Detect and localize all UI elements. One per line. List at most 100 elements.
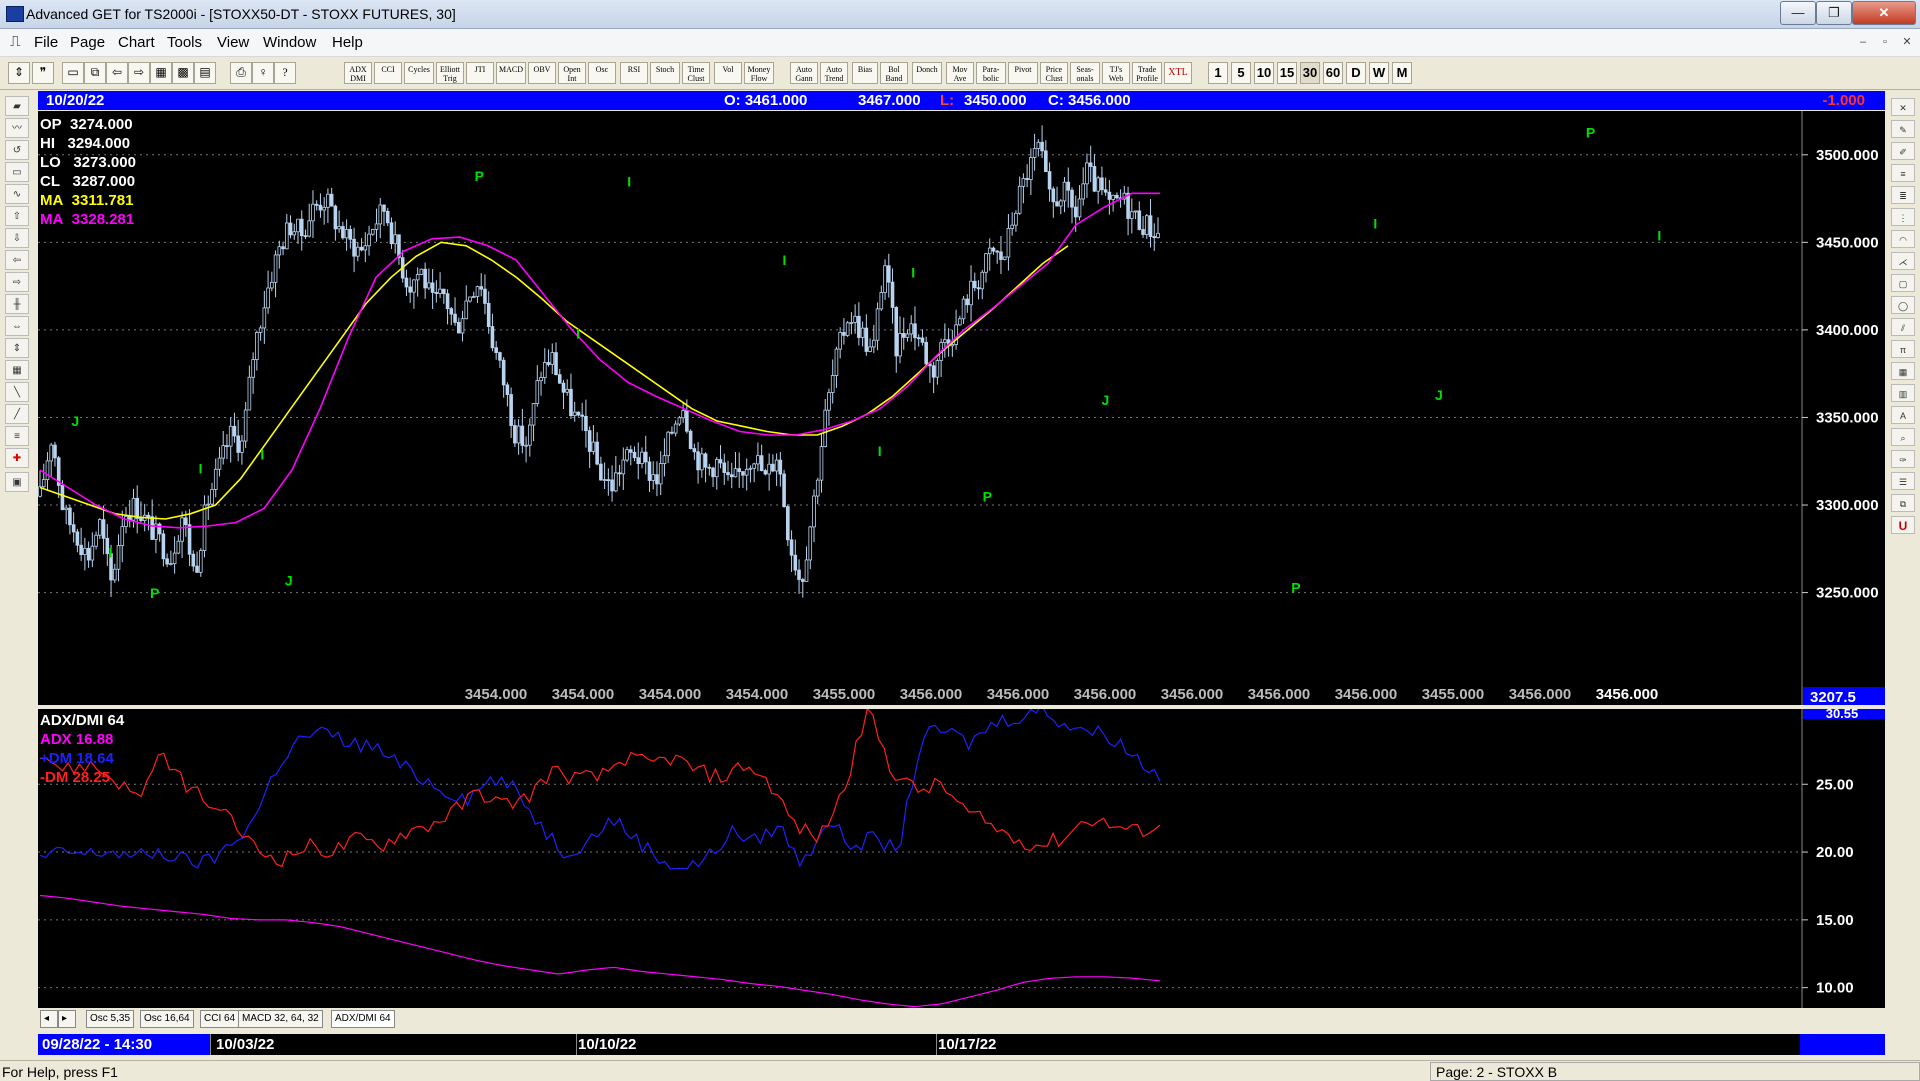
open-int-button[interactable]: Open Int bbox=[558, 62, 586, 84]
obv-button[interactable]: OBV bbox=[528, 62, 556, 84]
print-icon[interactable]: ⎙ bbox=[230, 62, 252, 84]
cross-cursor-icon[interactable]: ✕ bbox=[1891, 98, 1915, 116]
menu-page[interactable]: Page bbox=[70, 34, 105, 51]
pen-icon[interactable]: ✐ bbox=[1891, 142, 1915, 160]
brush-icon[interactable]: ✑ bbox=[1891, 450, 1915, 468]
pti-icon[interactable]: π bbox=[1891, 340, 1915, 358]
pencil-icon[interactable]: ✎ bbox=[1891, 120, 1915, 138]
osc-button[interactable]: Osc bbox=[588, 62, 616, 84]
auto-gann-button[interactable]: Auto Gann bbox=[790, 62, 818, 84]
arrow-up-icon[interactable]: ⇧ bbox=[5, 206, 29, 226]
vol-button[interactable]: Vol bbox=[714, 62, 742, 84]
period-10-button[interactable]: 10 bbox=[1254, 62, 1274, 84]
fan-icon[interactable]: ⋌ bbox=[1891, 252, 1915, 270]
jti-button[interactable]: JTI bbox=[466, 62, 494, 84]
tab-adx-dmi-64[interactable]: ADX/DMI 64 bbox=[331, 1010, 395, 1028]
channel-icon[interactable]: ⫽ bbox=[1891, 318, 1915, 336]
bol-band-button[interactable]: Bol Band bbox=[880, 62, 908, 84]
table-icon[interactable]: ▦ bbox=[1891, 362, 1915, 380]
document-icon[interactable]: ⎍ bbox=[10, 33, 21, 50]
layout-icon[interactable]: ▤ bbox=[194, 62, 216, 84]
text-icon[interactable]: A bbox=[1891, 406, 1915, 424]
ellipse-icon[interactable]: ◯ bbox=[1891, 296, 1915, 314]
trade-profile-button[interactable]: Trade Profile bbox=[1132, 62, 1162, 84]
grid-off-icon[interactable]: ▩ bbox=[172, 62, 194, 84]
back-icon[interactable]: ⇦ bbox=[106, 62, 128, 84]
arrow-right-icon[interactable]: ⇨ bbox=[5, 272, 29, 292]
pivot-button[interactable]: Pivot bbox=[1008, 62, 1038, 84]
xtl-button[interactable]: XTL bbox=[1164, 62, 1192, 84]
period-5-button[interactable]: 5 bbox=[1231, 62, 1251, 84]
tjs-web-button[interactable]: TJ's Web bbox=[1102, 62, 1130, 84]
period-1-button[interactable]: 1 bbox=[1208, 62, 1228, 84]
time-clust-button[interactable]: Time Clust bbox=[682, 62, 710, 84]
mob-icon[interactable]: ▥ bbox=[1891, 384, 1915, 402]
open-folder-icon[interactable]: ▰ bbox=[5, 96, 29, 116]
maximize-button[interactable]: ❐ bbox=[1816, 1, 1852, 25]
box-icon[interactable]: ▢ bbox=[1891, 274, 1915, 292]
seasonals-button[interactable]: Seas- onals bbox=[1070, 62, 1100, 84]
mov-ave-button[interactable]: Mov Ave bbox=[946, 62, 974, 84]
elliott-icon[interactable]: ∿ bbox=[5, 184, 29, 204]
minimize-button[interactable]: — bbox=[1780, 1, 1816, 25]
period-15-button[interactable]: 15 bbox=[1277, 62, 1297, 84]
tab-cci-64[interactable]: CCI 64 bbox=[200, 1010, 240, 1028]
tab-osc-5-35[interactable]: Osc 5,35 bbox=[86, 1010, 135, 1028]
menu-window[interactable]: Window bbox=[263, 34, 316, 51]
wave-tool-icon[interactable]: 〰 bbox=[5, 118, 29, 138]
undo-icon[interactable]: U bbox=[1891, 516, 1915, 534]
macd-button[interactable]: MACD bbox=[496, 62, 526, 84]
gann-icon[interactable]: ╱ bbox=[5, 404, 29, 424]
period-m-button[interactable]: M bbox=[1392, 62, 1412, 84]
money-flow-button[interactable]: Money Flow bbox=[744, 62, 774, 84]
quote-icon[interactable]: ❞ bbox=[32, 62, 54, 84]
grid-icon[interactable]: ▦ bbox=[150, 62, 172, 84]
cci-button[interactable]: CCI bbox=[374, 62, 402, 84]
stoch-button[interactable]: Stoch bbox=[650, 62, 680, 84]
elliott-trig-button[interactable]: Elliott Trig bbox=[436, 62, 464, 84]
zoom-icon[interactable]: ⌕ bbox=[1891, 428, 1915, 446]
copy-icon[interactable]: ⧉ bbox=[84, 62, 106, 84]
tab-scroll-left-icon[interactable]: ◂ bbox=[40, 1010, 58, 1028]
mdi-close-button[interactable]: ✕ bbox=[1899, 34, 1915, 50]
bias-button[interactable]: Bias bbox=[852, 62, 878, 84]
save-icon[interactable]: ▣ bbox=[5, 472, 29, 492]
expand-horizontal-icon[interactable]: ⇔ bbox=[5, 316, 29, 336]
new-page-icon[interactable]: ▭ bbox=[62, 62, 84, 84]
forward-icon[interactable]: ⇨ bbox=[128, 62, 150, 84]
tab-scroll-right-icon[interactable]: ▸ bbox=[58, 1010, 76, 1028]
list-icon[interactable]: ☰ bbox=[1891, 472, 1915, 490]
donch-button[interactable]: Donch bbox=[912, 62, 942, 84]
menu-tools[interactable]: Tools bbox=[167, 34, 202, 51]
pointer-icon[interactable]: ⇕ bbox=[8, 62, 30, 84]
period-d-button[interactable]: D bbox=[1346, 62, 1366, 84]
mdi-restore-button[interactable]: ▫ bbox=[1877, 34, 1893, 50]
period-60-button[interactable]: 60 bbox=[1323, 62, 1343, 84]
hint-icon[interactable]: ♀ bbox=[252, 62, 274, 84]
crosshair-icon[interactable]: ✚ bbox=[5, 448, 29, 468]
menu-help[interactable]: Help bbox=[332, 34, 363, 51]
indicator-pane[interactable]: 10.00 15.00 20.00 25.00 30.55 ADX/DMI 64 ADX… bbox=[38, 709, 1885, 1008]
cycles-button[interactable]: Cycles bbox=[404, 62, 434, 84]
period-30-button[interactable]: 30 bbox=[1300, 62, 1320, 84]
study-icon[interactable]: ▭ bbox=[5, 162, 29, 182]
fib-time-icon[interactable]: ⋮ bbox=[1891, 208, 1915, 226]
fib-ret-icon[interactable]: ≡ bbox=[1891, 164, 1915, 182]
tab-macd[interactable]: MACD 32, 64, 32 bbox=[238, 1010, 323, 1028]
parabolic-button[interactable]: Para- bolic bbox=[976, 62, 1006, 84]
price-chart-pane[interactable]: 3250.000 3300.000 3350.000 3400.000 3450.000… bbox=[38, 111, 1885, 705]
adx-dmi-button[interactable]: ADX DMI bbox=[344, 62, 372, 84]
rsi-button[interactable]: RSI bbox=[620, 62, 648, 84]
tab-osc-16-64[interactable]: Osc 16,64 bbox=[140, 1010, 194, 1028]
expand-vertical-icon[interactable]: ⇕ bbox=[5, 338, 29, 358]
fib-icon[interactable]: ≡ bbox=[5, 426, 29, 446]
grid-tool-icon[interactable]: ▦ bbox=[5, 360, 29, 380]
fib-ext-icon[interactable]: ≣ bbox=[1891, 186, 1915, 204]
lines-icon[interactable]: ╲ bbox=[5, 382, 29, 402]
arc-icon[interactable]: ◠ bbox=[1891, 230, 1915, 248]
menu-view[interactable]: View bbox=[217, 34, 249, 51]
bars-icon[interactable]: ╫ bbox=[5, 294, 29, 314]
arrow-down-icon[interactable]: ⇩ bbox=[5, 228, 29, 248]
close-button[interactable]: ✕ bbox=[1852, 1, 1916, 25]
layers-icon[interactable]: ⧉ bbox=[1891, 494, 1915, 512]
